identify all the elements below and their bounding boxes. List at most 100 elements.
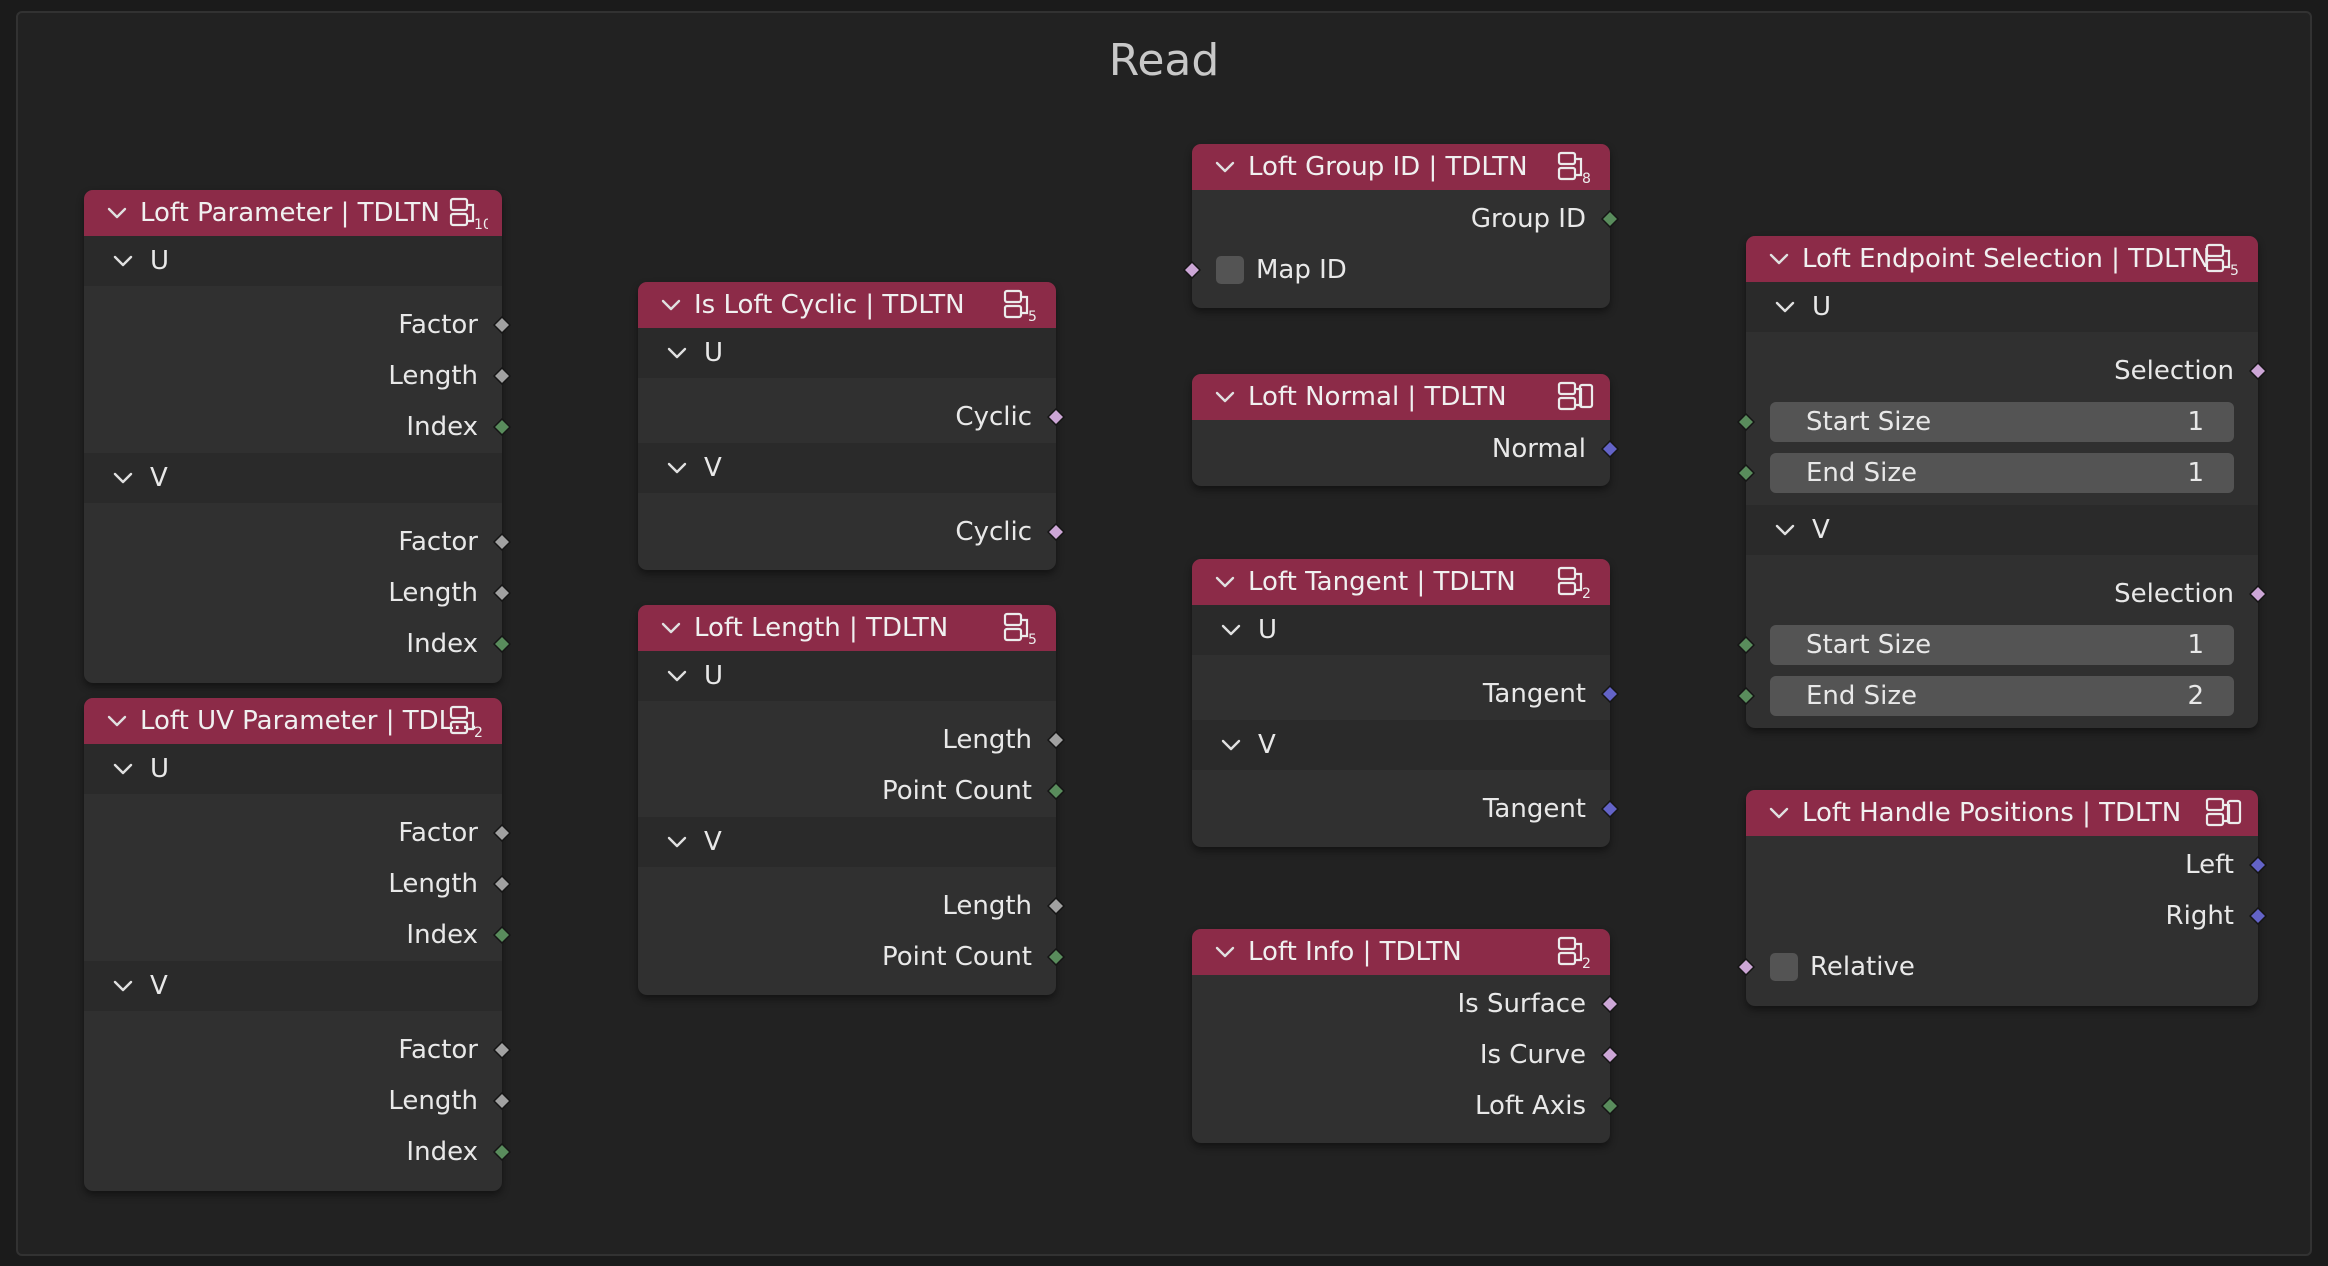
panel-v[interactable]: V	[84, 453, 502, 503]
float-socket[interactable]	[493, 316, 511, 334]
node-group-icon[interactable]: 8	[1556, 151, 1596, 185]
int-socket[interactable]	[1601, 1097, 1619, 1115]
chevron-down-icon[interactable]	[1214, 571, 1236, 593]
panel-u[interactable]: U	[84, 744, 502, 794]
int-socket[interactable]	[1737, 636, 1755, 654]
panel-v[interactable]: V	[84, 961, 502, 1011]
chevron-down-icon[interactable]	[1220, 734, 1242, 756]
node-group-icon[interactable]: 5	[1002, 289, 1042, 323]
int-socket[interactable]	[493, 1143, 511, 1161]
chevron-down-icon[interactable]	[112, 467, 134, 489]
node-header[interactable]: Loft Endpoint Selection | TDLTN 5	[1746, 236, 2258, 282]
relative-checkbox[interactable]	[1770, 953, 1798, 981]
chevron-down-icon[interactable]	[1774, 519, 1796, 541]
bool-socket[interactable]	[1601, 1046, 1619, 1064]
node-group-icon[interactable]: 10	[448, 197, 488, 231]
node-header[interactable]: Loft UV Parameter | TDL... 2	[84, 698, 502, 744]
node-header[interactable]: Loft Info | TDLTN 2	[1192, 929, 1610, 975]
panel-v[interactable]: V	[638, 443, 1056, 493]
start-size-field[interactable]: Start Size 1	[1770, 625, 2234, 665]
chevron-down-icon[interactable]	[666, 831, 688, 853]
node-header[interactable]: Loft Tangent | TDLTN 2	[1192, 559, 1610, 605]
chevron-down-icon[interactable]	[1768, 802, 1790, 824]
int-socket[interactable]	[1047, 948, 1065, 966]
node-group-icon[interactable]: 5	[1002, 612, 1042, 646]
chevron-down-icon[interactable]	[1214, 941, 1236, 963]
float-socket[interactable]	[493, 367, 511, 385]
chevron-down-icon[interactable]	[666, 342, 688, 364]
node-group-icon[interactable]: 2	[448, 705, 488, 739]
chevron-down-icon[interactable]	[112, 250, 134, 272]
panel-u[interactable]: U	[84, 236, 502, 286]
node-loft-length[interactable]: Loft Length | TDLTN 5 U Length Point Cou…	[638, 605, 1065, 995]
map-id-checkbox[interactable]	[1216, 256, 1244, 284]
float-socket[interactable]	[1047, 731, 1065, 749]
panel-u[interactable]: U	[638, 328, 1056, 378]
vector-socket[interactable]	[2249, 907, 2267, 925]
int-socket[interactable]	[1737, 464, 1755, 482]
node-header[interactable]: Is Loft Cyclic | TDLTN 5	[638, 282, 1056, 328]
bool-socket[interactable]	[2249, 585, 2267, 603]
float-socket[interactable]	[493, 824, 511, 842]
node-loft-normal[interactable]: Loft Normal | TDLTN Normal	[1192, 374, 1619, 486]
panel-v[interactable]: V	[638, 817, 1056, 867]
chevron-down-icon[interactable]	[666, 665, 688, 687]
chevron-down-icon[interactable]	[106, 710, 128, 732]
panel-v[interactable]: V	[1192, 720, 1610, 770]
vector-socket[interactable]	[1601, 685, 1619, 703]
node-group-icon[interactable]: 5	[2204, 243, 2244, 277]
node-header[interactable]: Loft Group ID | TDLTN 8	[1192, 144, 1610, 190]
int-socket[interactable]	[493, 926, 511, 944]
int-socket[interactable]	[493, 635, 511, 653]
node-loft-info[interactable]: Loft Info | TDLTN 2 Is Surface Is Curve …	[1192, 929, 1619, 1143]
node-header[interactable]: Loft Normal | TDLTN	[1192, 374, 1610, 420]
float-socket[interactable]	[1047, 897, 1065, 915]
node-loft-parameter[interactable]: Loft Parameter | TDLTN 10 U Factor Lengt…	[84, 190, 511, 683]
chevron-down-icon[interactable]	[666, 457, 688, 479]
int-socket[interactable]	[1737, 687, 1755, 705]
chevron-down-icon[interactable]	[660, 294, 682, 316]
panel-u[interactable]: U	[638, 651, 1056, 701]
chevron-down-icon[interactable]	[660, 617, 682, 639]
bool-socket[interactable]	[1737, 958, 1755, 976]
chevron-down-icon[interactable]	[1214, 386, 1236, 408]
float-socket[interactable]	[493, 1092, 511, 1110]
node-loft-uv-parameter[interactable]: Loft UV Parameter | TDL... 2 U Factor Le…	[84, 698, 511, 1191]
int-socket[interactable]	[493, 418, 511, 436]
chevron-down-icon[interactable]	[106, 202, 128, 224]
node-header[interactable]: Loft Parameter | TDLTN 10	[84, 190, 502, 236]
node-group-icon[interactable]: 2	[1556, 566, 1596, 600]
chevron-down-icon[interactable]	[1768, 248, 1790, 270]
vector-socket[interactable]	[1601, 440, 1619, 458]
bool-socket[interactable]	[1047, 408, 1065, 426]
node-group-icon[interactable]: 2	[1556, 936, 1596, 970]
node-is-loft-cyclic[interactable]: Is Loft Cyclic | TDLTN 5 U Cyclic V Cycl…	[638, 282, 1065, 570]
bool-socket[interactable]	[1183, 261, 1201, 279]
end-size-field[interactable]: End Size 1	[1770, 453, 2234, 493]
node-group-icon[interactable]	[1556, 381, 1596, 415]
float-socket[interactable]	[493, 584, 511, 602]
node-loft-group-id[interactable]: Loft Group ID | TDLTN 8 Group ID Map ID	[1183, 144, 1619, 308]
chevron-down-icon[interactable]	[112, 975, 134, 997]
int-socket[interactable]	[1737, 413, 1755, 431]
chevron-down-icon[interactable]	[112, 758, 134, 780]
float-socket[interactable]	[493, 1041, 511, 1059]
bool-socket[interactable]	[1601, 995, 1619, 1013]
panel-v[interactable]: V	[1746, 505, 2258, 555]
chevron-down-icon[interactable]	[1214, 156, 1236, 178]
node-loft-tangent[interactable]: Loft Tangent | TDLTN 2 U Tangent V Tange…	[1192, 559, 1619, 847]
panel-u[interactable]: U	[1746, 282, 2258, 332]
chevron-down-icon[interactable]	[1220, 619, 1242, 641]
chevron-down-icon[interactable]	[1774, 296, 1796, 318]
bool-socket[interactable]	[2249, 362, 2267, 380]
int-socket[interactable]	[1047, 782, 1065, 800]
node-group-icon[interactable]	[2204, 797, 2244, 831]
vector-socket[interactable]	[2249, 856, 2267, 874]
int-socket[interactable]	[1601, 210, 1619, 228]
bool-socket[interactable]	[1047, 523, 1065, 541]
float-socket[interactable]	[493, 533, 511, 551]
float-socket[interactable]	[493, 875, 511, 893]
node-loft-handle-positions[interactable]: Loft Handle Positions | TDLTN Left Right…	[1737, 790, 2267, 1006]
end-size-field[interactable]: End Size 2	[1770, 676, 2234, 716]
node-header[interactable]: Loft Handle Positions | TDLTN	[1746, 790, 2258, 836]
